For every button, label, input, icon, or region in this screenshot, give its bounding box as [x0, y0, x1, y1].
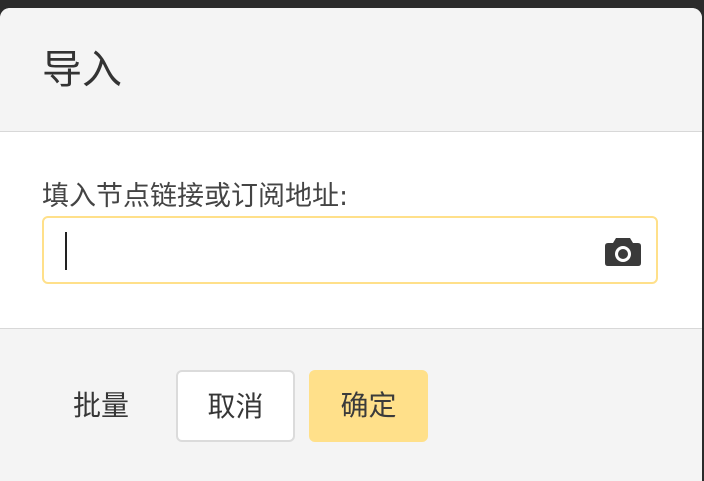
batch-button[interactable]: 批量 [42, 370, 160, 442]
subscription-field-label: 填入节点链接或订阅地址: [42, 181, 349, 212]
confirm-button[interactable]: 确定 [309, 370, 428, 442]
dialog-header: 导入 [0, 8, 702, 132]
subscription-url-input[interactable] [62, 228, 586, 274]
text-caret [65, 232, 67, 270]
dialog-body: 填入节点链接或订阅地址: [0, 132, 702, 329]
dialog-title: 导入 [42, 47, 122, 93]
dialog-footer: 批量 取消 确定 [0, 329, 702, 481]
subscription-input-wrapper [42, 216, 658, 284]
import-dialog: 导入 填入节点链接或订阅地址: 批量 取消 确定 [0, 8, 702, 481]
cancel-button[interactable]: 取消 [176, 370, 295, 442]
camera-icon[interactable] [604, 235, 642, 267]
